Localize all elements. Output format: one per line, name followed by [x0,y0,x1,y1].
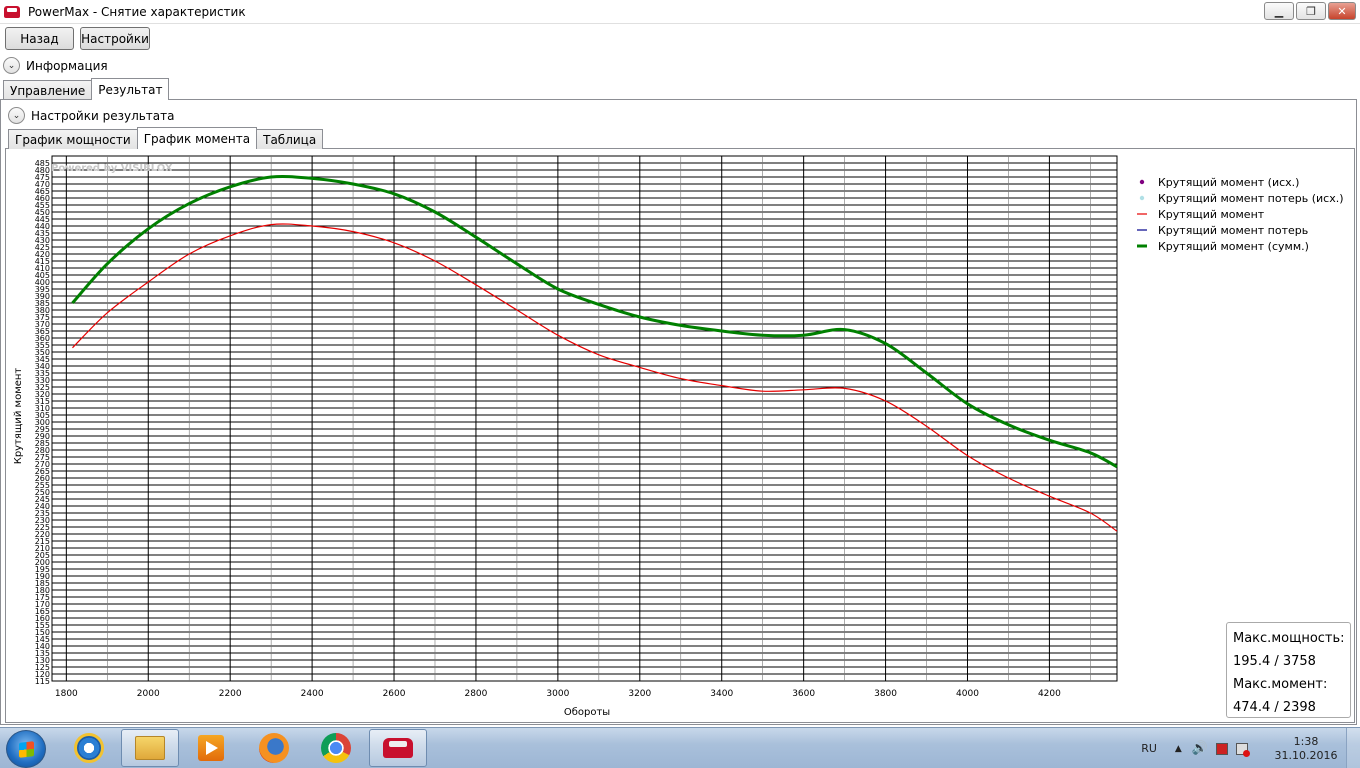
x-tick-label: 2200 [219,689,242,699]
x-tick-label: 1800 [55,689,78,699]
minimize-button[interactable]: ▁ [1264,2,1294,20]
max-power-label: Макс.мощность: [1233,631,1345,646]
car-app-icon [4,5,20,18]
chart-grid [51,155,1118,682]
x-tick-label: 2400 [301,689,324,699]
x-tick-label: 2800 [464,689,487,699]
media-player-icon [198,735,224,761]
legend-marker-dot [1139,179,1145,185]
taskbar-firefox-button[interactable] [245,729,303,767]
legend-label: Крутящий момент потерь [1158,224,1308,237]
folder-icon [135,736,165,760]
x-axis-ticks: 1800 2000 2200 2400 2600 2800 3000 3200 3400 3600… [55,689,1061,699]
car-icon [383,738,413,758]
tab-table[interactable]: Таблица [256,129,324,149]
chart-legend: Крутящий момент (исх.) Крутящий момент по… [1137,176,1344,253]
toolbar: Назад Настройки [5,27,150,50]
max-torque-value: 474.4 / 2398 [1233,700,1316,715]
title-bar: PowerMax - Снятие характеристик ▁ ❐ ✕ [0,0,1360,24]
taskbar-ie-button[interactable] [60,729,118,767]
result-tabs: График мощности График момента Таблица [8,127,324,149]
legend-label: Крутящий момент [1158,208,1265,221]
restore-button[interactable]: ❐ [1296,2,1326,20]
y-axis-ticks: 4854804754704654604554504454404354304254… [35,159,50,686]
tab-torque-chart[interactable]: График момента [136,127,258,149]
y-axis-label: Крутящий момент [13,368,24,465]
x-tick-label: 3200 [628,689,651,699]
tab-result[interactable]: Результат [91,78,170,100]
ie-icon [74,733,104,763]
chevron-down-icon[interactable]: ⌄ [8,107,25,124]
legend-item: Крутящий момент (исх.) [1139,176,1299,189]
result-settings-label: Настройки результата [31,108,175,123]
action-center-icon[interactable] [1236,742,1250,757]
firefox-icon [259,733,289,763]
x-tick-label: 2600 [383,689,406,699]
x-tick-label: 3800 [874,689,897,699]
system-tray: RU ▲ 🔊 1:38 31.10.2016 [1141,728,1360,768]
x-tick-label: 3400 [710,689,733,699]
x-axis-label: Обороты [564,707,610,718]
window-controls: ▁ ❐ ✕ [1264,2,1356,20]
result-settings-expander[interactable]: ⌄ Настройки результата [8,107,175,124]
torque-chart: 4854804754704654604554504454404354304254… [13,155,1344,718]
plot-area [51,155,1118,682]
back-button[interactable]: Назад [5,27,74,50]
settings-button[interactable]: Настройки [80,27,150,50]
clock[interactable]: 1:38 31.10.2016 [1266,735,1346,763]
visiblox-watermark: Powered by VISIBLOX [51,163,173,174]
legend-item: Крутящий момент потерь (исх.) [1139,192,1344,205]
info-expander-label: Информация [26,58,108,73]
x-tick-label: 3000 [546,689,569,699]
clock-date: 31.10.2016 [1274,748,1338,762]
legend-marker-dot [1139,195,1145,201]
clock-time: 1:38 [1293,734,1319,748]
start-button[interactable] [6,730,46,768]
x-tick-label: 3600 [792,689,815,699]
stats-box: Макс.мощность: 195.4 / 3758 Макс.момент:… [1226,622,1351,718]
legend-item: Крутящий момент (сумм.) [1137,240,1309,253]
taskbar: RU ▲ 🔊 1:38 31.10.2016 [0,727,1360,768]
main-tabs: Управление Результат [3,78,170,100]
language-indicator[interactable]: RU [1141,742,1157,755]
x-tick-label: 4000 [956,689,979,699]
close-button[interactable]: ✕ [1328,2,1356,20]
legend-item: Крутящий момент [1137,208,1265,221]
info-expander[interactable]: ⌄ Информация [3,57,108,74]
legend-label: Крутящий момент (исх.) [1158,176,1299,189]
show-hidden-icons-icon[interactable]: ▲ [1175,744,1182,754]
tab-power-chart[interactable]: График мощности [8,129,138,149]
chrome-icon [321,733,351,763]
legend-label: Крутящий момент потерь (исх.) [1158,192,1344,205]
x-tick-label: 4200 [1038,689,1061,699]
volume-icon[interactable]: 🔊 [1192,741,1208,756]
show-desktop-button[interactable] [1346,728,1360,768]
y-tick-label: 115 [35,677,50,686]
legend-item: Крутящий момент потерь [1137,224,1308,237]
max-power-value: 195.4 / 3758 [1233,654,1316,669]
x-tick-label: 2000 [137,689,160,699]
taskbar-chrome-button[interactable] [307,729,365,767]
network-icon[interactable] [1216,742,1228,755]
window-title: PowerMax - Снятие характеристик [28,4,246,19]
taskbar-media-button[interactable] [182,729,240,767]
legend-label: Крутящий момент (сумм.) [1158,240,1309,253]
max-torque-label: Макс.момент: [1233,677,1328,692]
taskbar-powermax-button[interactable] [369,729,427,767]
tab-control[interactable]: Управление [3,80,93,100]
taskbar-explorer-button[interactable] [121,729,179,767]
chevron-down-icon[interactable]: ⌄ [3,57,20,74]
